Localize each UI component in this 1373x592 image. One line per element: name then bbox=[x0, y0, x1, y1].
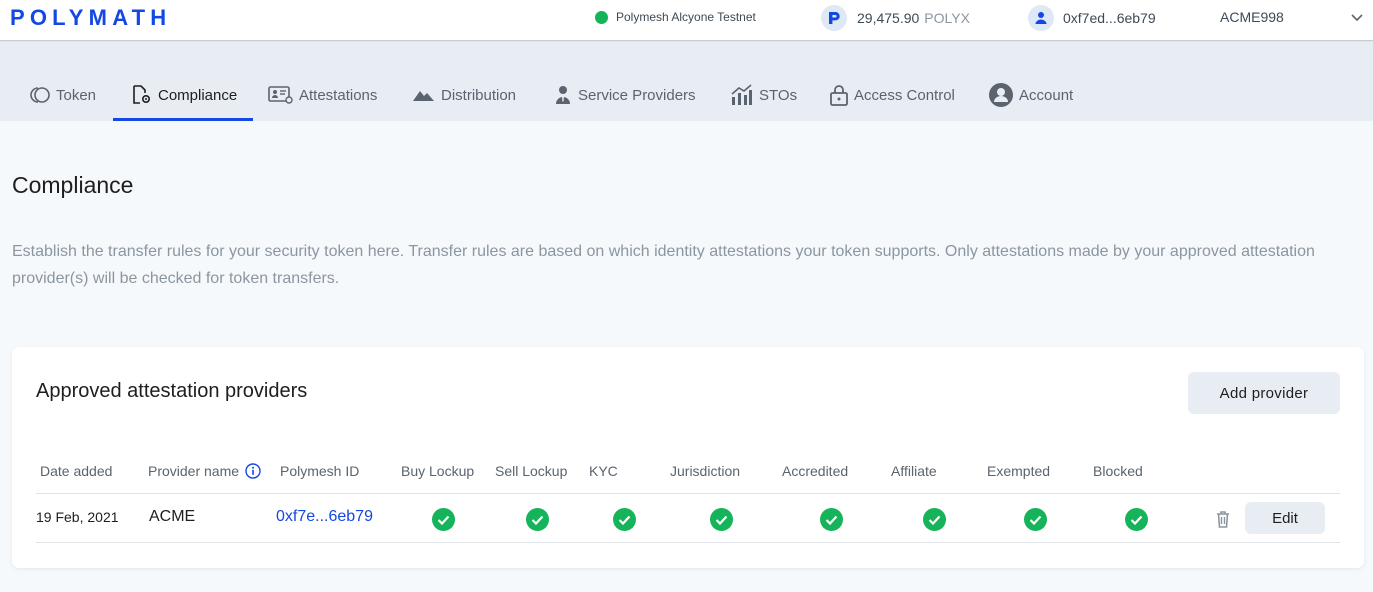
balance-amount: 29,475.90 bbox=[857, 10, 920, 26]
user-circle-icon bbox=[989, 83, 1013, 107]
tab-access-control-label: Access Control bbox=[854, 86, 955, 104]
col-date-added: Date added bbox=[40, 463, 113, 479]
tab-stos-label: STOs bbox=[759, 86, 798, 104]
check-icon bbox=[923, 508, 946, 531]
chart-bars-icon bbox=[731, 84, 752, 105]
info-icon[interactable] bbox=[245, 463, 261, 479]
account-address-display[interactable]: 0xf7ed...6eb79 bbox=[1028, 5, 1156, 31]
polymath-logo[interactable]: POLYMATH bbox=[10, 5, 171, 31]
col-blocked: Blocked bbox=[1093, 463, 1143, 479]
tab-access-control[interactable]: Access Control bbox=[829, 83, 955, 107]
user-icon bbox=[1028, 5, 1054, 31]
top-header: POLYMATH Polymesh Alcyone Testnet 29,475… bbox=[0, 0, 1373, 41]
approved-providers-card: Approved attestation providers Add provi… bbox=[12, 347, 1364, 568]
col-provider-name: Provider name bbox=[148, 463, 261, 479]
col-jurisdiction: Jurisdiction bbox=[670, 463, 741, 479]
table-header-divider bbox=[36, 493, 1340, 494]
col-polymesh-id: Polymesh ID bbox=[280, 463, 360, 479]
network-status-dot bbox=[595, 10, 608, 24]
trash-icon[interactable] bbox=[1213, 509, 1233, 529]
row-provider-name: ACME bbox=[149, 508, 196, 525]
card-title: Approved attestation providers bbox=[36, 380, 308, 402]
person-tie-icon bbox=[556, 86, 570, 104]
tab-stos[interactable]: STOs bbox=[730, 83, 797, 107]
account-address: 0xf7ed...6eb79 bbox=[1063, 10, 1156, 26]
row-polymesh-id-link[interactable]: 0xf7e...6eb79 bbox=[276, 508, 373, 526]
tab-token[interactable]: Token bbox=[29, 83, 96, 107]
network-indicator: Polymesh Alcyone Testnet bbox=[595, 10, 756, 24]
tab-compliance-label: Compliance bbox=[158, 86, 238, 104]
tab-token-label: Token bbox=[56, 86, 97, 104]
check-icon bbox=[820, 508, 843, 531]
main-tabs: Token Compliance Attestations Distributi… bbox=[0, 42, 1373, 121]
polyx-icon bbox=[821, 5, 847, 31]
col-provider-name-label: Provider name bbox=[148, 463, 240, 479]
edit-button[interactable]: Edit bbox=[1245, 502, 1325, 534]
tab-account-label: Account bbox=[1019, 86, 1074, 104]
token-icon bbox=[30, 87, 50, 103]
chevron-down-icon[interactable] bbox=[1349, 10, 1365, 26]
col-affiliate: Affiliate bbox=[891, 463, 937, 479]
page-description: Establish the transfer rules for your se… bbox=[12, 243, 1315, 287]
table-row-divider bbox=[36, 542, 1340, 543]
col-kyc: KYC bbox=[589, 463, 618, 479]
tab-compliance[interactable]: Compliance bbox=[131, 83, 237, 107]
active-tab-indicator bbox=[113, 118, 253, 121]
check-icon bbox=[1125, 508, 1148, 531]
page-title: Compliance bbox=[12, 172, 134, 198]
mountain-icon bbox=[413, 91, 434, 101]
check-icon bbox=[432, 508, 455, 531]
tab-account[interactable]: Account bbox=[988, 83, 1073, 107]
compliance-doc-gear-icon bbox=[133, 85, 151, 104]
add-provider-button[interactable]: Add provider bbox=[1188, 372, 1340, 414]
network-name: Polymesh Alcyone Testnet bbox=[616, 10, 756, 24]
row-date-added: 19 Feb, 2021 bbox=[36, 509, 119, 525]
check-icon bbox=[613, 508, 636, 531]
check-icon bbox=[526, 508, 549, 531]
balance-display: 29,475.90 POLYX bbox=[821, 5, 970, 31]
col-exempted: Exempted bbox=[987, 463, 1051, 479]
tab-distribution[interactable]: Distribution bbox=[412, 83, 516, 107]
col-buy-lockup: Buy Lockup bbox=[401, 463, 475, 479]
balance-unit: POLYX bbox=[924, 10, 970, 26]
lock-icon bbox=[830, 85, 848, 106]
tab-service-providers-label: Service Providers bbox=[578, 86, 696, 104]
id-card-gear-icon bbox=[268, 86, 293, 104]
col-sell-lockup: Sell Lockup bbox=[495, 463, 568, 479]
tab-attestations-label: Attestations bbox=[299, 86, 378, 104]
check-icon bbox=[1024, 508, 1047, 531]
tab-distribution-label: Distribution bbox=[441, 86, 517, 104]
username[interactable]: ACME998 bbox=[1220, 9, 1284, 25]
tab-attestations[interactable]: Attestations bbox=[268, 83, 377, 107]
check-icon bbox=[710, 508, 733, 531]
tab-service-providers[interactable]: Service Providers bbox=[553, 83, 696, 107]
col-accredited: Accredited bbox=[782, 463, 849, 479]
